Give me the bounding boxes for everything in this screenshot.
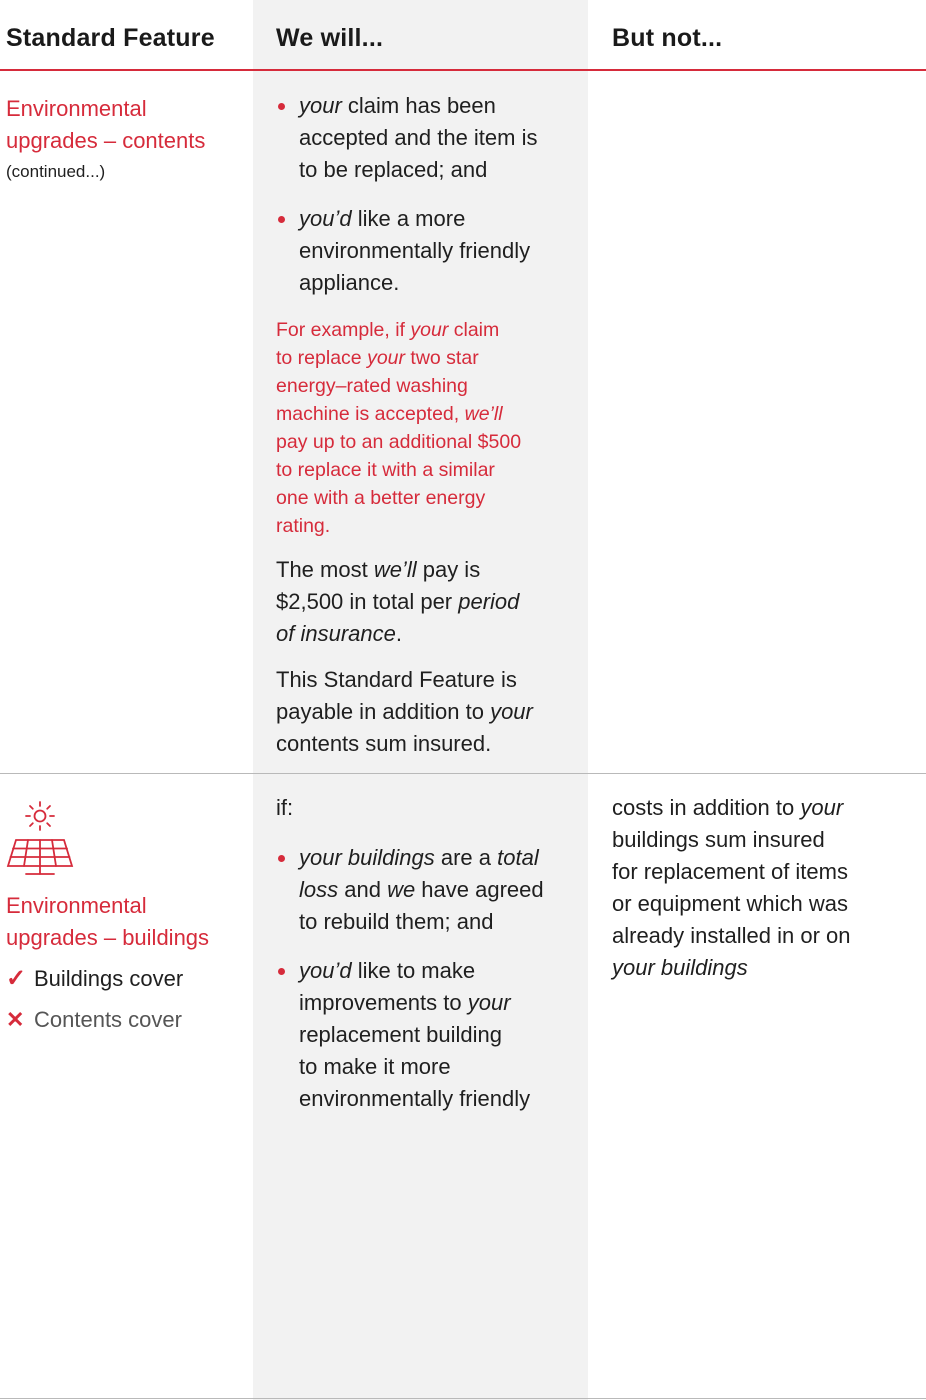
continued-note: (continued...) <box>6 162 106 181</box>
list-item: your claim has been accepted and the ite… <box>276 90 576 186</box>
contents-cover-item: ✕ Contents cover <box>6 1004 209 1036</box>
list-item: you’d like a more environmentally friend… <box>276 203 576 299</box>
bullet-list: your buildings are a total loss and we h… <box>276 842 576 1115</box>
header-standard-feature: Standard Feature <box>6 24 215 52</box>
cover-label: Buildings cover <box>34 966 184 991</box>
header-we-will: We will... <box>276 24 384 52</box>
bullet-dot <box>278 216 285 223</box>
check-icon: ✓ <box>6 965 27 992</box>
table-header: Standard Feature We will... But not... <box>0 0 926 70</box>
feature-title-line: Environmental <box>6 96 147 121</box>
bullet-dot <box>278 855 285 862</box>
list-item: you’d like to make improvements to your … <box>276 955 576 1115</box>
we-will-buildings: if: your buildings are a total loss and … <box>276 792 576 1132</box>
feature-title-contents: Environmental upgrades – contents (conti… <box>6 93 205 184</box>
row-divider <box>0 773 926 774</box>
buildings-cover-item: ✓ Buildings cover <box>6 963 209 995</box>
bullet-dot <box>278 968 285 975</box>
bullet-dot <box>278 103 285 110</box>
we-will-contents: your claim has been accepted and the ite… <box>276 90 576 760</box>
bullet-list: your claim has been accepted and the ite… <box>276 90 576 299</box>
example-note: For example, if your claim to replace yo… <box>276 319 522 537</box>
if-label: if: <box>276 795 294 820</box>
feature-title-line: Environmental <box>6 893 147 918</box>
addition-text: This Standard Feature is payable in addi… <box>276 667 533 756</box>
maximum-payment-text: The most we’ll pay is $2,500 in total pe… <box>276 557 520 646</box>
cross-icon: ✕ <box>6 1007 25 1032</box>
feature-title-line: upgrades – contents <box>6 128 206 153</box>
feature-title-buildings: Environmental upgrades – buildings ✓ Bui… <box>6 890 209 1036</box>
cover-label: Contents cover <box>34 1007 182 1032</box>
list-item: your buildings are a total loss and we h… <box>276 842 576 938</box>
header-divider <box>0 69 926 71</box>
header-but-not: But not... <box>612 24 723 52</box>
but-not-buildings: costs in addition to your buildings sum … <box>612 795 851 980</box>
feature-title-line: upgrades – buildings <box>6 925 210 950</box>
row-divider <box>0 1398 926 1399</box>
solar-panel-icon <box>6 801 74 875</box>
